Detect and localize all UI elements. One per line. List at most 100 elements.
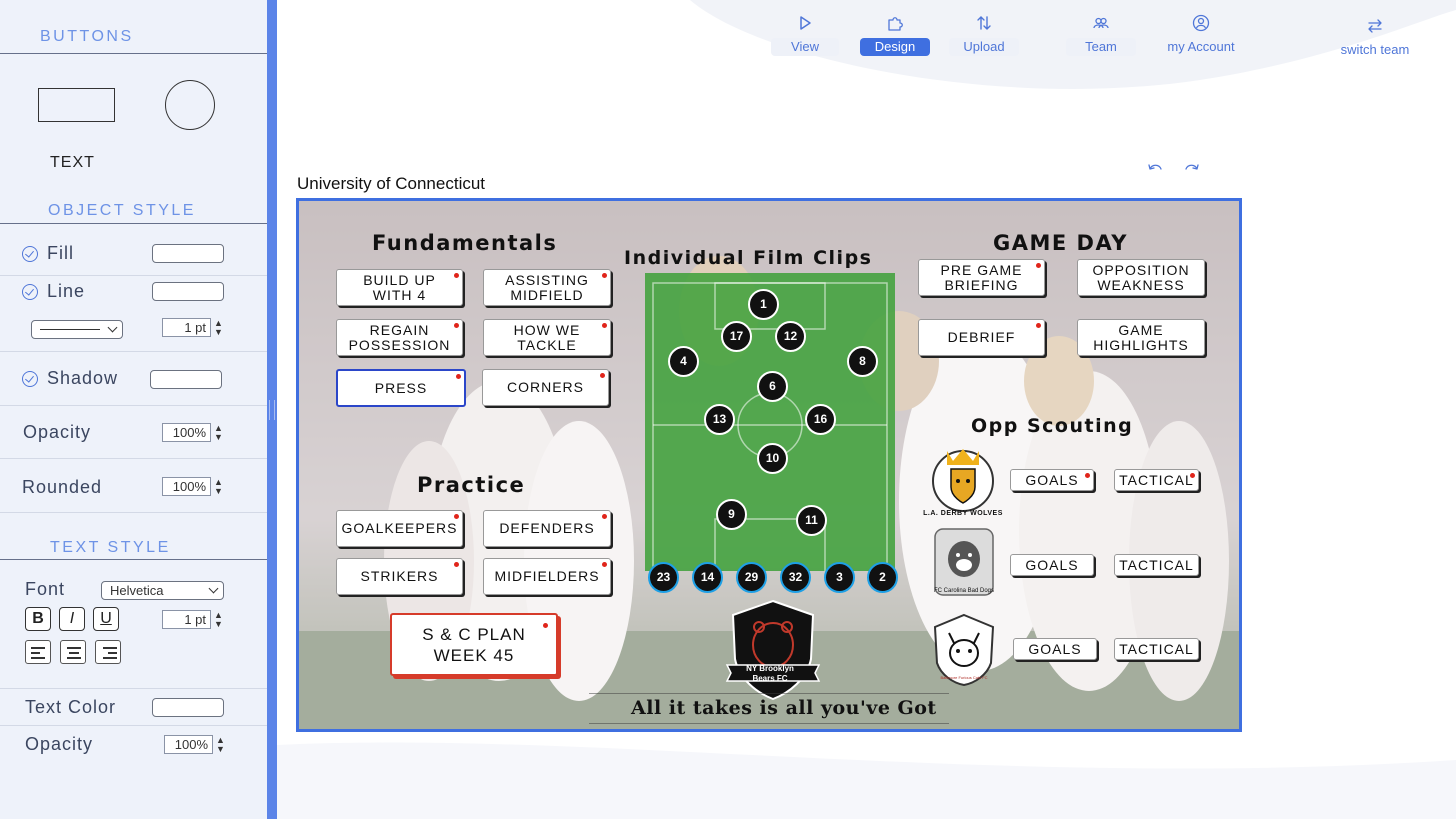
design-canvas[interactable]: Fundamentals BUILD UP WITH 4 ASSISTING M… [296,198,1242,732]
button-label: HOW WE TACKLE [513,321,581,353]
text-size-input[interactable]: 1 pt [162,610,211,629]
player-marker[interactable]: 9 [716,499,747,530]
fc-carolina-tactical-button[interactable]: TACTICAL [1114,554,1199,576]
player-marker[interactable]: 4 [668,346,699,377]
divider [0,405,267,406]
redo-icon[interactable] [1184,162,1200,176]
player-marker[interactable]: 10 [757,443,788,474]
rounded-stepper-icon[interactable]: ▲ ▼ [214,478,224,496]
nav-switch-team[interactable]: switch team [1336,17,1414,59]
midfielders-button[interactable]: MIDFIELDERS [483,558,611,595]
fc-carolina-goals-button[interactable]: GOALS [1010,554,1094,576]
line-color-swatch[interactable] [152,282,224,301]
strikers-button[interactable]: STRIKERS [336,558,463,595]
sort-arrows-icon [977,16,991,30]
underline-button[interactable]: U [93,607,119,631]
notification-dot [602,514,607,519]
shadow-color-swatch[interactable] [150,370,222,389]
fill-checkbox-icon[interactable] [22,246,38,262]
align-center-icon[interactable] [60,640,86,664]
rounded-input[interactable]: 100% [162,477,211,496]
line-width-stepper-icon[interactable]: ▲ ▼ [214,319,224,337]
text-opacity-input[interactable]: 100% [164,735,213,754]
text-opacity-stepper-icon[interactable]: ▲ ▼ [216,736,226,754]
film-clips-heading: Individual Film Clips [624,247,873,269]
align-right-icon[interactable] [95,640,121,664]
opposition-weakness-button[interactable]: OPPOSITION WEAKNESS [1077,259,1205,296]
player-marker[interactable]: 6 [757,371,788,402]
press-button[interactable]: PRESS [336,369,466,407]
divider [0,53,267,54]
player-marker[interactable]: 12 [775,321,806,352]
notification-dot [602,273,607,278]
build-up-with-4-button[interactable]: BUILD UP WITH 4 [336,269,463,306]
player-marker[interactable]: 13 [704,404,735,435]
nav-my-account[interactable]: my Account [1164,14,1238,56]
pre-game-briefing-button[interactable]: PRE GAME BRIEFING [918,259,1045,296]
player-marker[interactable]: 11 [796,505,827,536]
player-marker[interactable]: 16 [805,404,836,435]
nav-design-label: Design [860,38,930,56]
opacity-stepper-icon[interactable]: ▲ ▼ [214,424,224,442]
game-highlights-button[interactable]: GAME HIGHLIGHTS [1077,319,1205,356]
defenders-button[interactable]: DEFENDERS [483,510,611,547]
debrief-button[interactable]: DEBRIEF [918,319,1045,356]
la-derby-wolves-goals-button[interactable]: GOALS [1010,469,1094,491]
player-marker[interactable]: 17 [721,321,752,352]
opacity-input[interactable]: 100% [162,423,211,442]
line-style-select[interactable] [31,320,123,339]
baltimore-goals-button[interactable]: GOALS [1013,638,1097,660]
button-label: DEFENDERS [499,520,595,536]
text-tool[interactable]: TEXT [50,154,95,172]
line-width-input[interactable]: 1 pt [162,318,211,337]
fill-color-swatch[interactable] [152,244,224,263]
corners-button[interactable]: CORNERS [482,369,609,406]
rectangle-button-tool[interactable] [38,88,115,122]
notification-dot [1085,473,1090,478]
substitute-marker[interactable]: 3 [824,562,855,593]
button-label: BUILD UP WITH 4 [363,271,436,303]
substitute-marker[interactable]: 14 [692,562,723,593]
button-label: DEBRIEF [947,329,1016,345]
font-select[interactable]: Helvetica [101,581,224,600]
text-size-stepper-icon[interactable]: ▲ ▼ [214,611,224,629]
line-checkbox-icon[interactable] [22,284,38,300]
divider [589,693,949,694]
nav-view-label: View [771,38,839,56]
sc-plan-button[interactable]: S & C PLAN WEEK 45 [390,613,558,676]
font-select-value: Helvetica [110,583,164,598]
button-label: REGAIN POSSESSION [348,321,451,353]
switch-arrows-icon [1368,19,1382,33]
resize-handle[interactable] [269,400,275,420]
notification-dot [456,374,461,379]
text-color-label: Text Color [25,697,117,717]
substitute-marker[interactable]: 2 [867,562,898,593]
undo-icon[interactable] [1147,162,1163,176]
substitute-marker[interactable]: 23 [648,562,679,593]
nav-team[interactable]: Team [1066,14,1136,56]
notification-dot [602,323,607,328]
la-derby-wolves-tactical-button[interactable]: TACTICAL [1114,469,1199,491]
align-left-icon[interactable] [25,640,51,664]
goalkeepers-button[interactable]: GOALKEEPERS [336,510,463,547]
nav-upload[interactable]: Upload [949,14,1019,56]
board-title: University of Connecticut [297,174,486,193]
nav-view[interactable]: View [771,14,839,56]
bold-button[interactable]: B [25,607,51,631]
how-we-tackle-button[interactable]: HOW WE TACKLE [483,319,611,356]
font-label: Font [25,579,66,599]
button-label: CORNERS [506,379,584,395]
regain-possession-button[interactable]: REGAIN POSSESSION [336,319,463,356]
divider [0,223,267,224]
circle-button-tool[interactable] [165,80,215,130]
baltimore-tactical-button[interactable]: TACTICAL [1114,638,1199,660]
player-marker[interactable]: 8 [847,346,878,377]
shadow-checkbox-icon[interactable] [22,371,38,387]
text-color-swatch[interactable] [152,698,224,717]
substitute-marker[interactable]: 29 [736,562,767,593]
nav-design[interactable]: Design [860,14,930,56]
player-marker[interactable]: 1 [748,289,779,320]
italic-button[interactable]: I [59,607,85,631]
assisting-midfield-button[interactable]: ASSISTING MIDFIELD [483,269,611,306]
substitute-marker[interactable]: 32 [780,562,811,593]
